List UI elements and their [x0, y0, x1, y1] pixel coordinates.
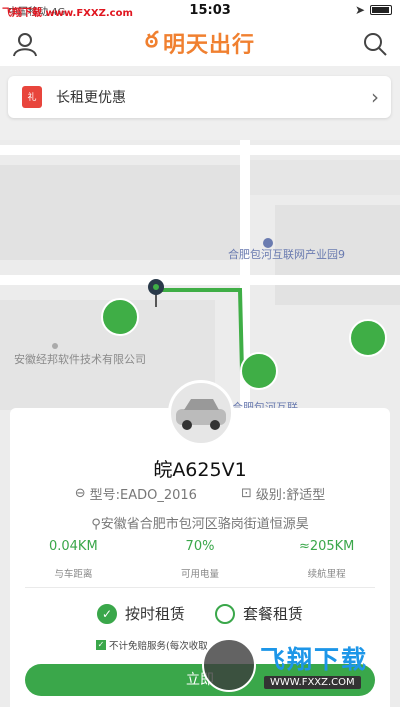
car-marker[interactable]: [101, 298, 139, 336]
mode-package[interactable]: 套餐租赁: [215, 603, 303, 624]
seat-icon: ⊡: [240, 486, 252, 501]
check-icon: ✓: [96, 603, 117, 624]
user-icon[interactable]: [12, 31, 38, 57]
car-plate: 皖A625V1: [153, 459, 247, 481]
insurance-option[interactable]: ✓ 不计免赔服务(每次收取: [96, 638, 208, 652]
clock: 15:03: [189, 2, 231, 18]
divider: [25, 587, 375, 588]
car-marker[interactable]: [349, 319, 387, 357]
promo-banner[interactable]: 礼 长租更优惠 ›: [8, 76, 391, 118]
stat-distance: 0.04KM 与车距离: [48, 539, 98, 580]
search-icon[interactable]: [362, 31, 388, 57]
app-title: 明天出行: [163, 33, 256, 58]
stat-range: ≈205KM 续航里程: [298, 539, 355, 580]
pin-icon: ⚲: [91, 517, 101, 532]
header: ఠ 明天出行: [0, 20, 400, 66]
logo-icon: ఠ: [144, 28, 160, 53]
app-logo: ఠ 明天出行: [145, 27, 255, 59]
car-stats: 0.04KM 与车距离 70% 可用电量 ≈205KM 续航里程: [10, 538, 390, 580]
car-model: 型号:EADO_2016: [89, 488, 197, 503]
map-label-company: 安徽经邦软件技术有限公司: [14, 352, 146, 366]
radio-icon: [215, 603, 235, 624]
car-photo: [168, 380, 234, 446]
stat-battery: 70% 可用电量: [181, 539, 220, 580]
map-label-park: 合肥包河互联网产业园9: [228, 247, 345, 261]
chevron-right-icon: ›: [371, 85, 379, 109]
car-marker[interactable]: [240, 352, 278, 390]
battery-icon: [370, 5, 392, 15]
gift-icon: 礼: [22, 86, 42, 108]
watermark-top: 飞翔下载 www.FXXZ.com: [2, 8, 133, 19]
watermark-logo: 飞翔下载 WWW.FXXZ.COM: [200, 636, 395, 698]
car-icon: ⊖: [74, 486, 86, 501]
car-level: 级别:舒适型: [255, 488, 326, 503]
mode-hourly[interactable]: ✓ 按时租赁: [96, 603, 185, 624]
location-icon: ➤: [354, 3, 365, 17]
promo-text: 长租更优惠: [56, 90, 126, 106]
checkbox-icon[interactable]: ✓: [96, 640, 106, 650]
car-address: 安徽省合肥市包河区骆岗街道恒源昊: [100, 517, 309, 532]
